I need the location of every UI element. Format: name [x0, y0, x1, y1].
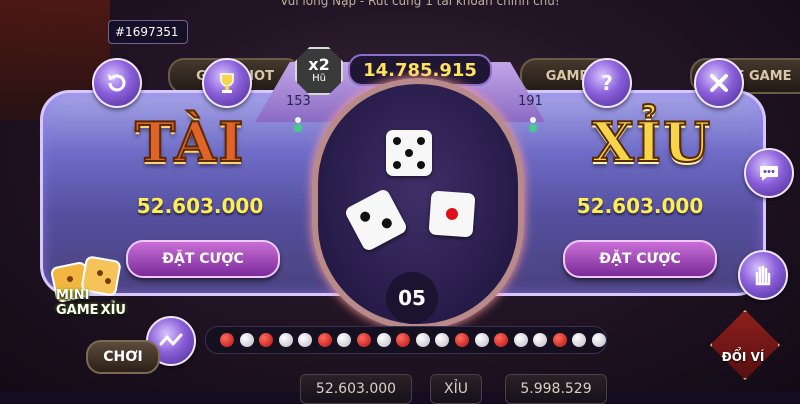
- tai-bet-button[interactable]: ĐẶT CƯỢC: [126, 240, 280, 278]
- history-dot-tai: [357, 333, 372, 347]
- tai-player-count: 153: [286, 94, 311, 109]
- lobby-bottom-value-2: 5.998.529: [505, 374, 607, 404]
- xiu-bet-button[interactable]: ĐẶT CƯỢC: [563, 240, 717, 278]
- hand-button[interactable]: [738, 250, 788, 300]
- history-dot-tai: [220, 333, 234, 347]
- chat-bubble-icon: [760, 166, 778, 181]
- history-dot-xiu: [435, 333, 450, 347]
- xiu-player-icon: [529, 117, 537, 132]
- jackpot-label: Hũ: [312, 73, 326, 84]
- history-dot-xiu: [376, 333, 391, 347]
- history-dot-tai: [552, 333, 567, 347]
- mini-game-play-button[interactable]: CHƠI: [86, 340, 160, 374]
- tai-total-bet: 52.603.000: [136, 194, 264, 218]
- die-one: [428, 190, 476, 238]
- history-dot-tai: [317, 333, 332, 347]
- question-icon: ?: [601, 71, 613, 95]
- history-dot-xiu: [278, 333, 293, 347]
- mini-game-line2: GAME: [56, 303, 99, 318]
- svg-text:?: ?: [601, 71, 613, 95]
- xiu-total-bet: 52.603.000: [576, 194, 704, 218]
- trophy-icon: [220, 73, 234, 93]
- jackpot-multiplier-badge: x2 Hũ: [295, 47, 343, 95]
- history-dot-xiu: [572, 333, 587, 347]
- close-x-icon: [710, 74, 728, 92]
- history-dot-xiu: [337, 333, 352, 347]
- history-dot-xiu: [474, 333, 489, 347]
- result-history-bar: [205, 326, 607, 354]
- history-button[interactable]: [92, 58, 142, 108]
- history-dot-tai: [494, 333, 509, 347]
- xiu-title: XỈU: [591, 110, 713, 174]
- history-dot-xiu: [298, 333, 313, 347]
- top-banner-text: Vui lòng Nạp - Rút cùng 1 tài khoản chín…: [280, 0, 560, 8]
- tai-player-icon: [294, 117, 302, 132]
- history-dot-xiu: [239, 333, 254, 347]
- mini-game-line3: XỈU: [100, 303, 126, 318]
- countdown-timer: 05: [386, 272, 438, 324]
- mini-game-line1: MINI: [56, 288, 90, 303]
- close-button[interactable]: [694, 58, 744, 108]
- history-dot-tai: [454, 333, 469, 347]
- history-dot-tai: [396, 333, 411, 347]
- xiu-player-count: 191: [518, 94, 543, 109]
- hand-icon: [755, 265, 771, 286]
- lobby-bottom-value: 52.603.000: [300, 374, 412, 404]
- die-five: [386, 130, 432, 176]
- trend-line-icon: [159, 333, 183, 346]
- wallet-switch-label[interactable]: ĐỔI VÍ: [704, 350, 782, 364]
- ranking-button[interactable]: [202, 58, 252, 108]
- tai-title: TÀI: [134, 110, 246, 174]
- history-dot-xiu: [415, 333, 430, 347]
- history-refresh-icon: [108, 74, 126, 92]
- history-dot-xiu: [533, 333, 548, 347]
- help-button[interactable]: ?: [582, 58, 632, 108]
- lobby-bottom-label: XỈU: [430, 374, 482, 404]
- multiplier-text: x2: [308, 55, 330, 74]
- session-id-badge: #1697351: [108, 20, 188, 44]
- chat-button[interactable]: [744, 148, 794, 198]
- history-dot-xiu: [513, 333, 528, 347]
- history-dot-xiu: [592, 333, 606, 347]
- mini-game-label: MINI GAME XỈU: [56, 288, 126, 318]
- history-dot-tai: [259, 333, 274, 347]
